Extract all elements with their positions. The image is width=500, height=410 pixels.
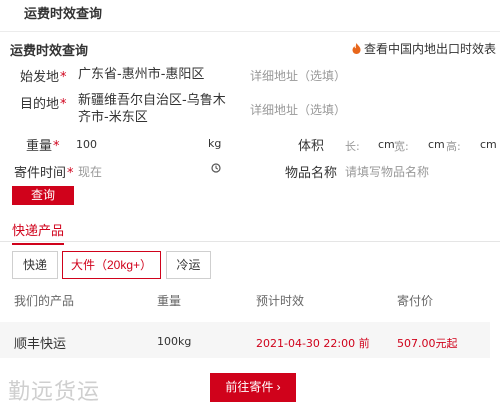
destination-label: 目的地* [20, 97, 67, 112]
weight-input[interactable]: 100 [76, 136, 97, 153]
send-time-label: 寄件时间* [14, 166, 74, 181]
export-timetable-link-label: 查看中国内地出口时效表 [363, 42, 496, 56]
length-input[interactable]: cm [378, 138, 395, 151]
goods-input[interactable]: 请填写物品名称 [345, 163, 429, 180]
destination-select[interactable]: 新疆维吾尔自治区-乌鲁木齐市-米东区 [78, 92, 234, 126]
length-label: 长: [345, 140, 360, 153]
row-weight: 100kg [157, 335, 192, 348]
weight-unit: kg [208, 137, 222, 150]
flame-icon [352, 43, 361, 54]
table-header-eta: 预计时效 [256, 294, 305, 308]
chip-cold-chain[interactable]: 冷运 [166, 251, 211, 279]
page-title: 运费时效查询 [24, 7, 103, 22]
height-label: 高: [446, 140, 461, 153]
query-button[interactable]: 查询 [12, 186, 74, 205]
origin-label: 始发地* [20, 70, 67, 85]
watermark: 勤远货运 [8, 380, 101, 405]
section-title: 运费时效查询 [10, 44, 89, 59]
goods-label: 物品名称 [285, 166, 338, 181]
volume-label: 体积 [298, 139, 325, 154]
tab-express-products[interactable]: 快递产品 [12, 220, 65, 245]
export-timetable-link[interactable]: 查看中国内地出口时效表 [352, 40, 496, 57]
width-input[interactable]: cm [428, 138, 445, 151]
row-eta: 2021-04-30 22:00 前 [256, 337, 370, 350]
tab-bar: 快递产品 [0, 218, 500, 245]
chip-large-freight[interactable]: 大件（20kg+） [62, 251, 161, 279]
height-input[interactable]: cm [480, 138, 497, 151]
send-time-input[interactable]: 现在 [78, 163, 102, 180]
row-product: 顺丰快运 [14, 337, 67, 352]
table-header-weight: 重量 [157, 294, 182, 308]
destination-address-input[interactable]: 详细地址（选填） [250, 101, 346, 118]
row-price: 507.00元起 [397, 337, 458, 350]
chip-express[interactable]: 快递 [12, 251, 58, 279]
table-header-product: 我们的产品 [14, 294, 75, 308]
weight-label: 重量* [26, 139, 60, 154]
origin-address-input[interactable]: 详细地址（选填） [250, 67, 346, 84]
go-send-button[interactable]: 前往寄件 › [210, 373, 296, 402]
origin-select[interactable]: 广东省-惠州市-惠阳区 [78, 66, 228, 83]
table-header-price: 寄付价 [397, 294, 434, 308]
clock-icon [211, 163, 221, 173]
width-label: 宽: [394, 140, 409, 153]
page-header: 运费时效查询 [0, 0, 500, 32]
